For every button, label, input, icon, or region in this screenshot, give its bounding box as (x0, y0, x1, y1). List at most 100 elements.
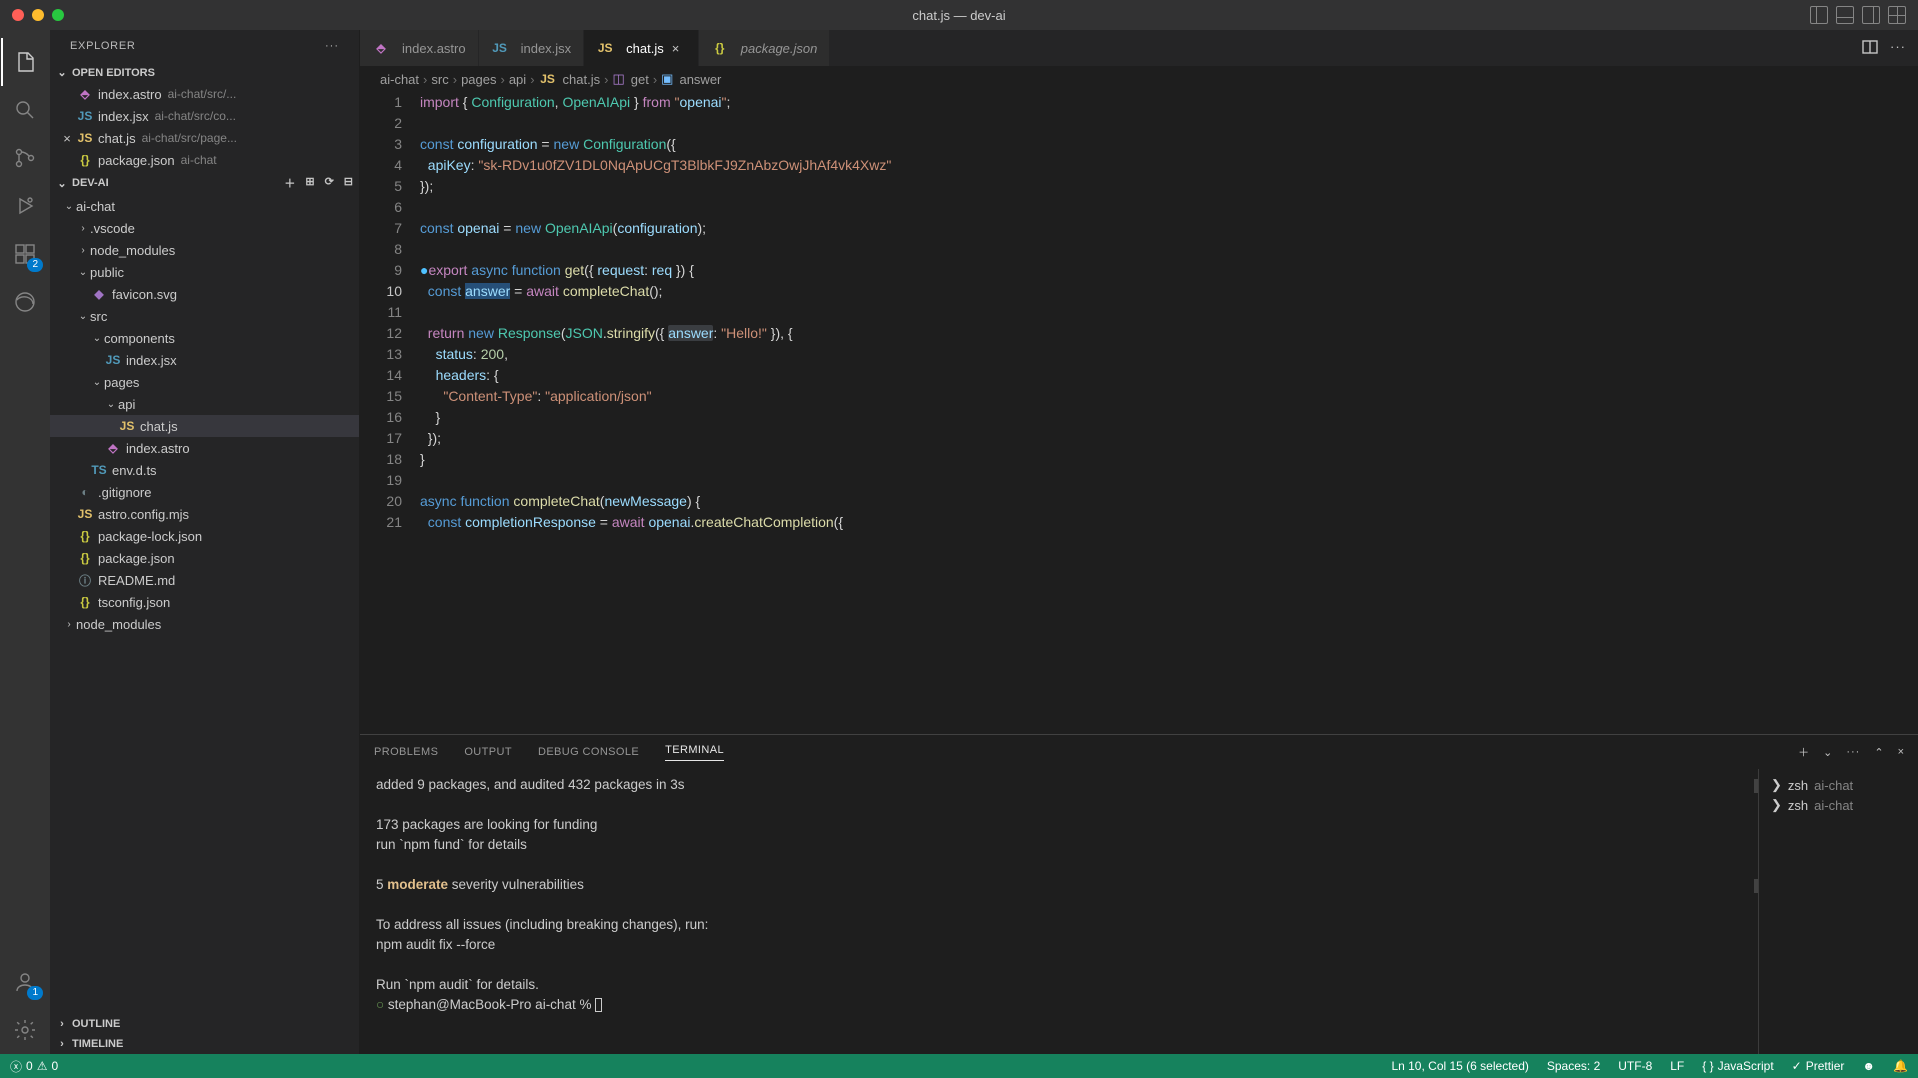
window-title: chat.js — dev-ai (912, 8, 1005, 23)
folder-item[interactable]: ⌄src (50, 305, 359, 327)
open-editor-item[interactable]: × JS index.jsx ai-chat/src/co... (50, 105, 359, 127)
status-bell-icon[interactable]: 🔔 (1893, 1059, 1908, 1073)
panel-tab-debug[interactable]: DEBUG CONSOLE (538, 746, 639, 758)
new-folder-icon[interactable]: ⊞ (305, 175, 314, 191)
activity-run-debug[interactable] (1, 182, 49, 230)
file-name: index.astro (126, 441, 190, 456)
tab-package-json[interactable]: {} package.json (699, 30, 831, 66)
panel-tab-problems[interactable]: PROBLEMS (374, 746, 438, 758)
file-item[interactable]: ◐.gitignore (50, 481, 359, 503)
file-item[interactable]: {} package.json (50, 547, 359, 569)
toggle-primary-sidebar-icon[interactable] (1810, 6, 1828, 24)
file-item[interactable]: ⬘index.astro (50, 437, 359, 459)
section-timeline[interactable]: › TIMELINE (50, 1034, 359, 1054)
panel-tab-terminal[interactable]: TERMINAL (665, 744, 724, 761)
tab-index-jsx[interactable]: JS index.jsx (479, 30, 585, 66)
folder-item[interactable]: ›node_modules (50, 613, 359, 635)
customize-layout-icon[interactable] (1888, 6, 1906, 24)
new-terminal-icon[interactable]: ＋ (1798, 744, 1809, 760)
json-file-icon: {} (76, 551, 94, 565)
terminal-list-item[interactable]: ❯ zsh ai-chat (1767, 795, 1910, 815)
jsx-file-icon: JS (491, 41, 509, 55)
close-icon[interactable]: × (672, 41, 686, 56)
file-path: ai-chat/src/page... (142, 131, 237, 145)
terminal-icon: ❯ (1771, 777, 1782, 793)
file-item[interactable]: ⓘREADME.md (50, 569, 359, 591)
folder-item[interactable]: ›.vscode (50, 217, 359, 239)
terminal-output[interactable]: added 9 packages, and audited 432 packag… (360, 769, 1754, 1054)
file-item[interactable]: ◆favicon.svg (50, 283, 359, 305)
activity-settings[interactable] (1, 1006, 49, 1054)
tab-index-astro[interactable]: ⬘ index.astro (360, 30, 479, 66)
breadcrumb-item[interactable]: answer (679, 72, 721, 87)
folder-item[interactable]: ›node_modules (50, 239, 359, 261)
folder-name: api (118, 397, 135, 412)
file-item[interactable]: JSindex.jsx (50, 349, 359, 371)
activity-search[interactable] (1, 86, 49, 134)
close-panel-icon[interactable]: × (1898, 746, 1904, 758)
activity-extensions[interactable]: 2 (1, 230, 49, 278)
folder-item[interactable]: ⌄public (50, 261, 359, 283)
status-prettier[interactable]: ✓Prettier (1792, 1059, 1845, 1073)
status-language[interactable]: { }JavaScript (1702, 1059, 1773, 1073)
breadcrumb-item[interactable]: chat.js (563, 72, 601, 87)
folder-item[interactable]: ⌄pages (50, 371, 359, 393)
status-spaces[interactable]: Spaces: 2 (1547, 1059, 1600, 1073)
close-icon[interactable]: × (58, 131, 76, 146)
file-item[interactable]: JSastro.config.mjs (50, 503, 359, 525)
window-zoom-button[interactable] (52, 9, 64, 21)
tab-chat-js[interactable]: JS chat.js × (584, 30, 699, 66)
file-item[interactable]: {}package-lock.json (50, 525, 359, 547)
activity-source-control[interactable] (1, 134, 49, 182)
code-editor[interactable]: 123456789101112131415161718192021 import… (360, 92, 1918, 734)
toggle-secondary-sidebar-icon[interactable] (1862, 6, 1880, 24)
window-minimize-button[interactable] (32, 9, 44, 21)
error-icon: ⓧ (10, 1058, 22, 1075)
refresh-icon[interactable]: ⟳ (325, 175, 334, 191)
timeline-label: TIMELINE (72, 1038, 123, 1050)
split-editor-icon[interactable] (1862, 39, 1878, 58)
file-item[interactable]: JSchat.js (50, 415, 359, 437)
folder-item[interactable]: ⌄api (50, 393, 359, 415)
file-item[interactable]: TSenv.d.ts (50, 459, 359, 481)
breadcrumb-item[interactable]: ai-chat (380, 72, 419, 87)
status-errors[interactable]: ⓧ0 ⚠0 (10, 1058, 58, 1075)
terminal-dropdown-icon[interactable]: ⌄ (1823, 746, 1832, 759)
activity-edge[interactable] (1, 278, 49, 326)
file-name: package.json (98, 551, 175, 566)
shell-dir: ai-chat (1814, 778, 1853, 793)
activity-explorer[interactable] (1, 38, 49, 86)
folder-item[interactable]: ⌄components (50, 327, 359, 349)
gitignore-file-icon: ◐ (76, 485, 94, 499)
breadcrumbs[interactable]: ai-chat› src› pages› api› JSchat.js› ◫ge… (360, 66, 1918, 92)
new-file-icon[interactable]: ＋ (284, 175, 295, 191)
activity-account[interactable]: 1 (1, 958, 49, 1006)
section-open-editors[interactable]: ⌄ OPEN EDITORS (50, 62, 359, 83)
editor-more-icon[interactable]: ··· (1890, 39, 1906, 58)
breadcrumb-item[interactable]: src (431, 72, 448, 87)
terminal-list-item[interactable]: ❯ zsh ai-chat (1767, 775, 1910, 795)
status-cursor[interactable]: Ln 10, Col 15 (6 selected) (1391, 1059, 1528, 1073)
collapse-all-icon[interactable]: ⊟ (344, 175, 353, 191)
open-editor-item[interactable]: × {} package.json ai-chat (50, 149, 359, 171)
file-item[interactable]: {}tsconfig.json (50, 591, 359, 613)
panel-tab-output[interactable]: OUTPUT (464, 746, 512, 758)
json-file-icon: {} (76, 153, 94, 167)
breadcrumb-item[interactable]: api (509, 72, 526, 87)
sidebar-more-icon[interactable]: ··· (325, 40, 339, 52)
status-eol[interactable]: LF (1670, 1059, 1684, 1073)
open-editor-item[interactable]: × JS chat.js ai-chat/src/page... (50, 127, 359, 149)
panel-more-icon[interactable]: ··· (1846, 746, 1860, 758)
breadcrumb-item[interactable]: get (631, 72, 649, 87)
folder-item[interactable]: ⌄ai-chat (50, 195, 359, 217)
window-close-button[interactable] (12, 9, 24, 21)
section-outline[interactable]: › OUTLINE (50, 1014, 359, 1034)
status-feedback-icon[interactable]: ☻ (1862, 1059, 1875, 1073)
status-encoding[interactable]: UTF-8 (1618, 1059, 1652, 1073)
open-editor-item[interactable]: × ⬘ index.astro ai-chat/src/... (50, 83, 359, 105)
toggle-panel-icon[interactable] (1836, 6, 1854, 24)
file-name: index.jsx (98, 109, 149, 124)
breadcrumb-item[interactable]: pages (461, 72, 496, 87)
section-workspace[interactable]: ⌄ DEV-AI ＋ ⊞ ⟳ ⊟ (50, 171, 359, 195)
maximize-panel-icon[interactable]: ⌃ (1874, 746, 1883, 759)
